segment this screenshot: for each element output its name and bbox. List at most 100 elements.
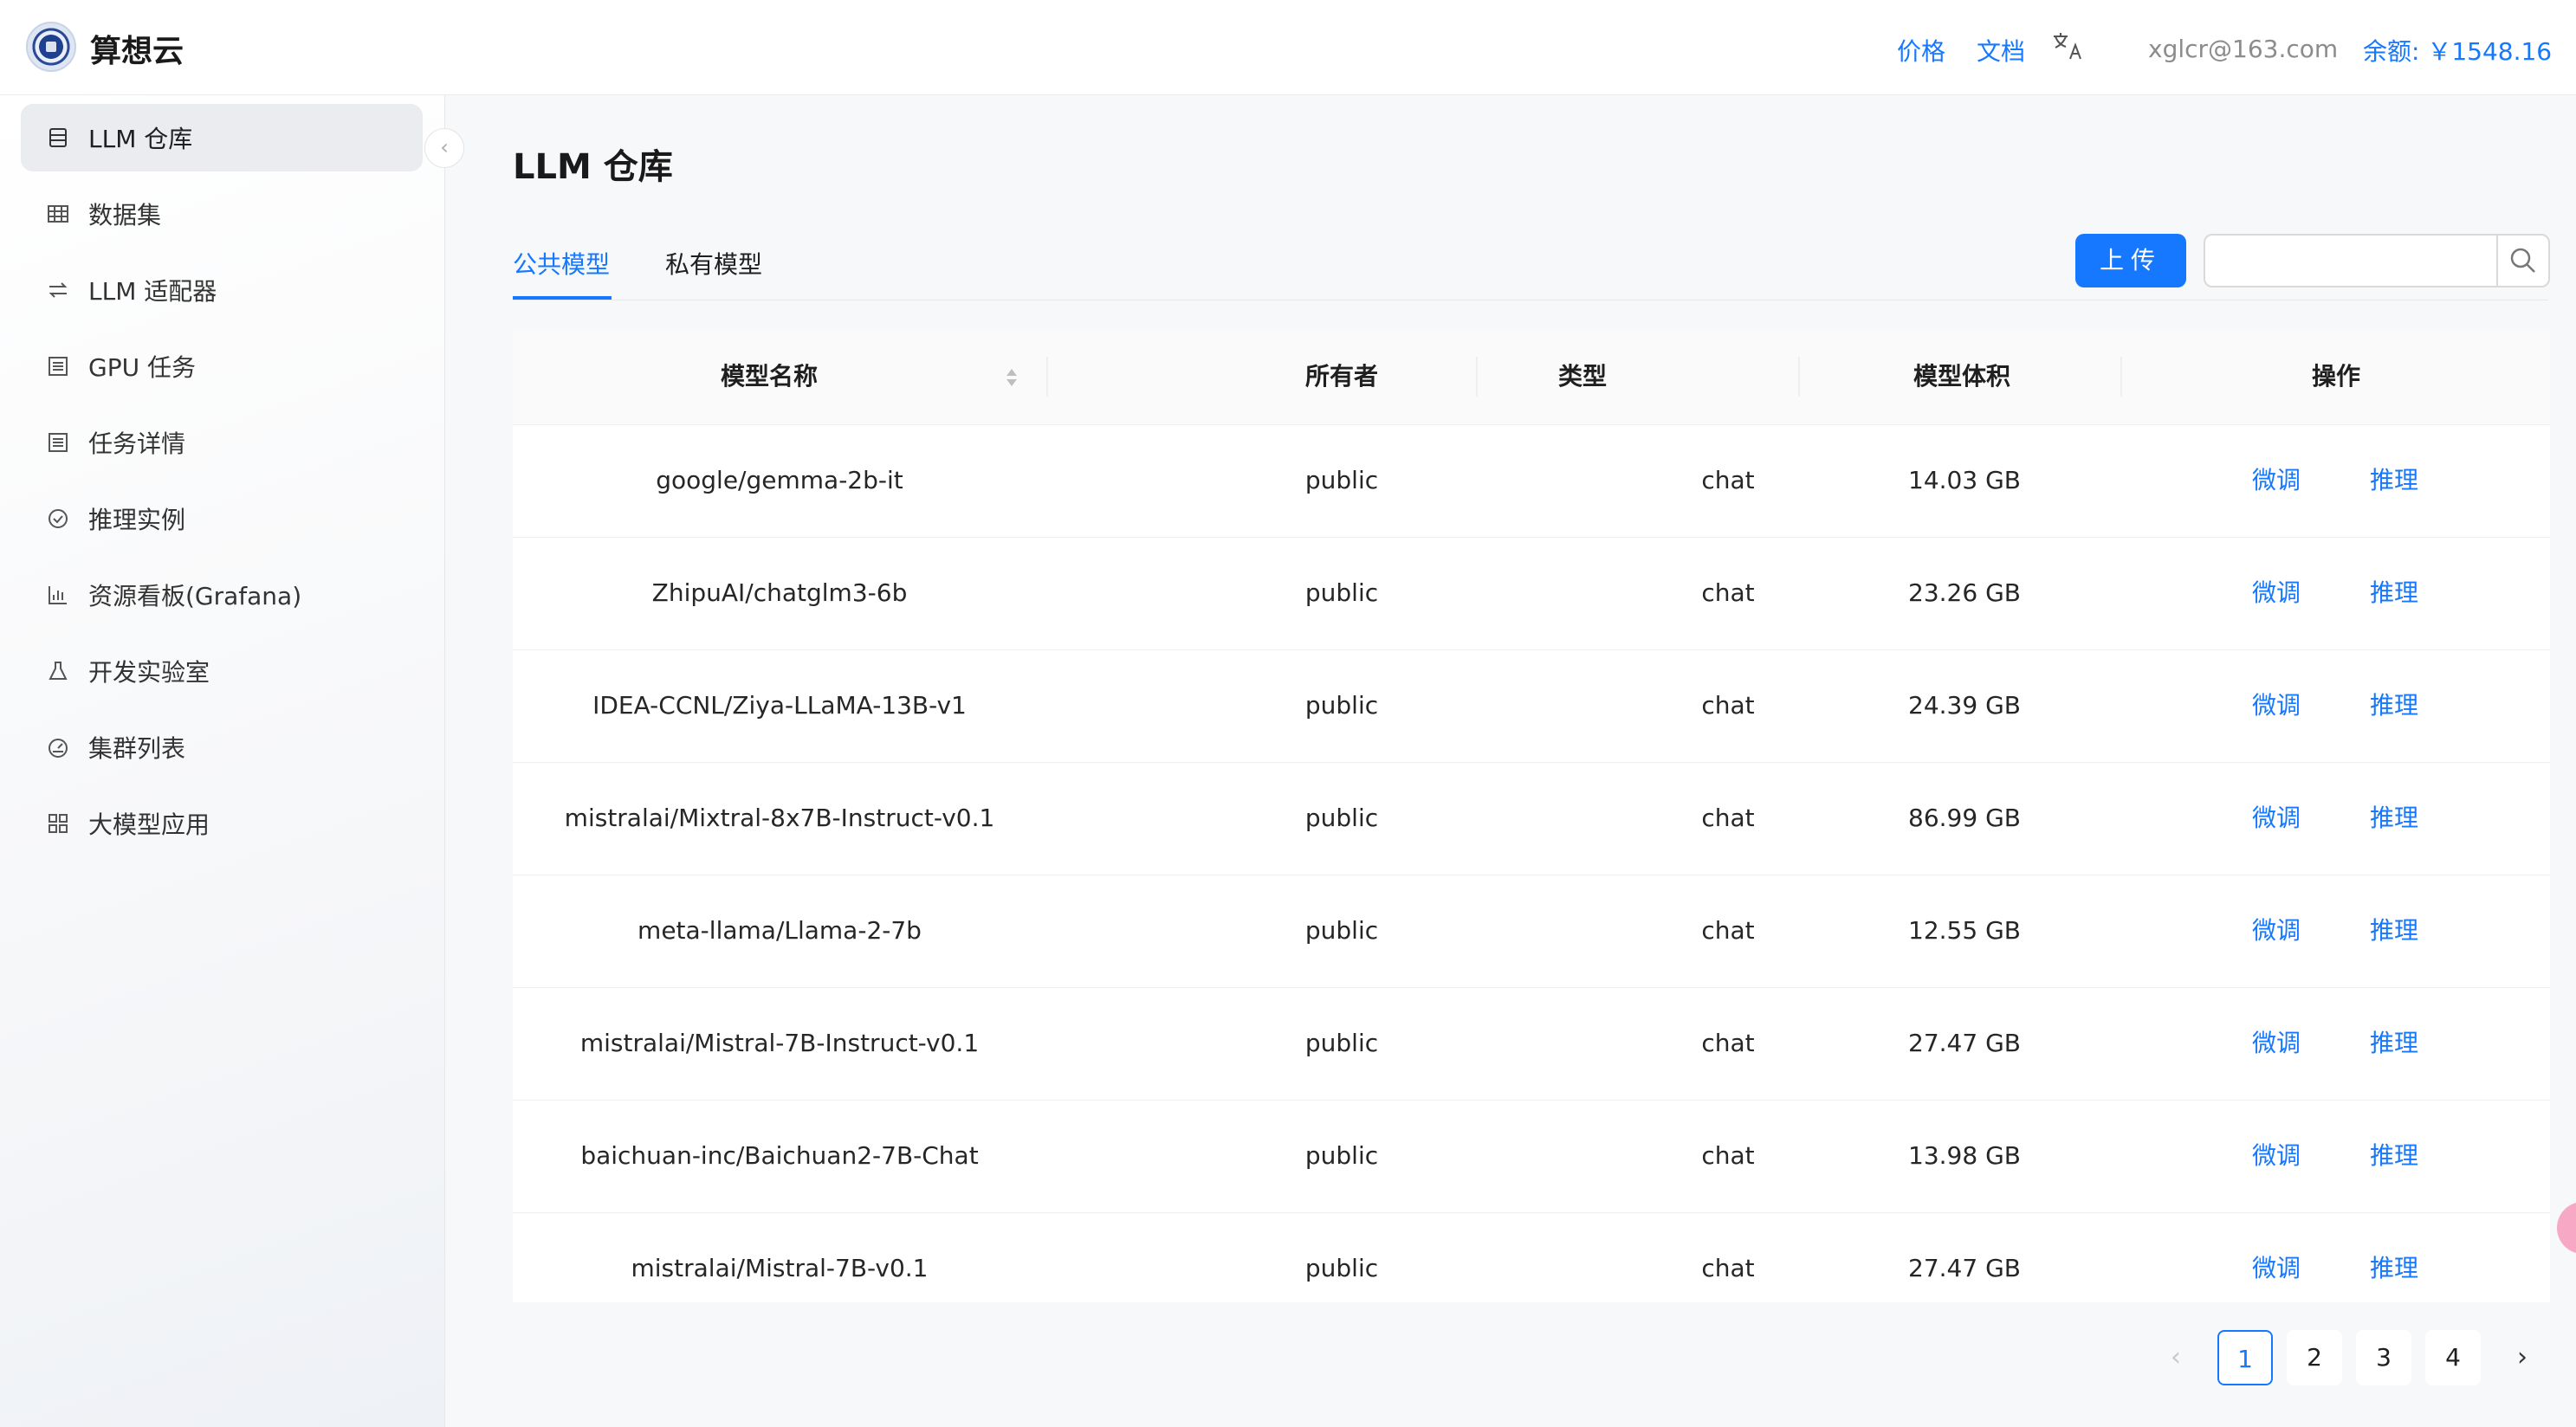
sidebar-item-datasets[interactable]: 数据集 bbox=[21, 180, 423, 248]
table-row: baichuan-inc/Baichuan2-7B-Chat public ch… bbox=[513, 1100, 2550, 1213]
floating-assistant-button[interactable] bbox=[2557, 1202, 2576, 1254]
table-row: mistralai/Mistral-7B-v0.1 public chat 27… bbox=[513, 1212, 2550, 1302]
finetune-link[interactable]: 微调 bbox=[2252, 987, 2301, 1100]
inference-link[interactable]: 推理 bbox=[2370, 875, 2418, 987]
sidebar-item-llm-repo[interactable]: LLM 仓库 bbox=[21, 104, 423, 171]
sidebar-item-grafana[interactable]: 资源看板(Grafana) bbox=[21, 561, 423, 629]
chevron-left-icon: ‹ bbox=[440, 135, 449, 159]
upload-button[interactable]: 上传 bbox=[2075, 234, 2186, 287]
type-cell: chat bbox=[1701, 578, 1755, 607]
top-bar: 算想云 价格 文档 xglcr@163.com 余额: ￥1548.16 bbox=[0, 0, 2576, 95]
sidebar-item-task-details[interactable]: 任务详情 bbox=[21, 409, 423, 476]
model-name-cell: mistralai/Mistral-7B-v0.1 bbox=[631, 1254, 929, 1282]
balance-display[interactable]: 余额: ￥1548.16 bbox=[2363, 33, 2552, 68]
model-name-cell: baichuan-inc/Baichuan2-7B-Chat bbox=[580, 1141, 979, 1170]
inference-link[interactable]: 推理 bbox=[2370, 424, 2418, 537]
sidebar-item-llm-apps[interactable]: 大模型应用 bbox=[21, 790, 423, 857]
sidebar-item-gpu-tasks[interactable]: GPU 任务 bbox=[21, 333, 423, 400]
size-cell: 23.26 GB bbox=[1908, 578, 2021, 607]
table-row: ZhipuAI/chatglm3-6b public chat 23.26 GB… bbox=[513, 537, 2550, 650]
type-cell: chat bbox=[1701, 804, 1755, 832]
finetune-link[interactable]: 微调 bbox=[2252, 762, 2301, 875]
owner-cell: public bbox=[1304, 466, 1379, 494]
inference-link[interactable]: 推理 bbox=[2370, 1100, 2418, 1212]
page-3-button[interactable]: 3 bbox=[2356, 1330, 2411, 1385]
brand-logo-icon[interactable] bbox=[26, 22, 76, 72]
flask-icon bbox=[49, 662, 68, 680]
type-cell: chat bbox=[1701, 916, 1755, 945]
sidebar-item-label: 推理实例 bbox=[88, 506, 186, 534]
brand-name[interactable]: 算想云 bbox=[90, 26, 184, 71]
translate-icon[interactable] bbox=[2051, 31, 2086, 69]
column-header-size: 模型体积 bbox=[1913, 362, 2010, 391]
list-icon bbox=[49, 357, 68, 376]
table-row: google/gemma-2b-it public chat 14.03 GB … bbox=[513, 424, 2550, 538]
tab-public-models[interactable]: 公共模型 bbox=[513, 246, 610, 281]
sidebar: LLM 仓库 数据集 LLM 适配器 GPU 任务 任务详情 推理实例 资源看板… bbox=[0, 95, 445, 1427]
account-email[interactable]: xglcr@163.com bbox=[2148, 35, 2338, 63]
finetune-link[interactable]: 微调 bbox=[2252, 649, 2301, 762]
sort-icon[interactable] bbox=[1003, 364, 1020, 391]
finetune-link[interactable]: 微调 bbox=[2252, 424, 2301, 537]
model-name-cell: meta-llama/Llama-2-7b bbox=[638, 916, 922, 945]
type-cell: chat bbox=[1701, 1141, 1755, 1170]
finetune-link[interactable]: 微调 bbox=[2252, 537, 2301, 649]
finetune-link[interactable]: 微调 bbox=[2252, 1100, 2301, 1212]
sidebar-item-label: 资源看板(Grafana) bbox=[88, 582, 302, 610]
owner-cell: public bbox=[1304, 578, 1379, 607]
search-input[interactable] bbox=[2204, 234, 2498, 287]
chevron-right-icon: › bbox=[2517, 1342, 2527, 1372]
page-4-button[interactable]: 4 bbox=[2425, 1330, 2481, 1385]
size-cell: 13.98 GB bbox=[1908, 1141, 2021, 1170]
sidebar-item-label: GPU 任务 bbox=[88, 353, 196, 382]
prev-page-button[interactable]: ‹ bbox=[2148, 1330, 2204, 1385]
column-header-type: 类型 bbox=[1557, 362, 1607, 391]
owner-cell: public bbox=[1304, 1254, 1379, 1282]
search-button[interactable] bbox=[2496, 234, 2550, 287]
pricing-link[interactable]: 价格 bbox=[1897, 33, 1945, 68]
table-row: mistralai/Mistral-7B-Instruct-v0.1 publi… bbox=[513, 987, 2550, 1101]
sidebar-item-clusters[interactable]: 集群列表 bbox=[21, 714, 423, 781]
table-row: meta-llama/Llama-2-7b public chat 12.55 … bbox=[513, 875, 2550, 988]
column-header-actions: 操作 bbox=[2311, 362, 2360, 391]
size-cell: 12.55 GB bbox=[1908, 916, 2021, 945]
list-icon bbox=[49, 433, 68, 452]
finetune-link[interactable]: 微调 bbox=[2252, 1212, 2301, 1302]
owner-cell: public bbox=[1304, 1141, 1379, 1170]
inference-link[interactable]: 推理 bbox=[2370, 762, 2418, 875]
inference-link[interactable]: 推理 bbox=[2370, 537, 2418, 649]
dashboard-icon bbox=[49, 739, 68, 758]
sidebar-item-label: 大模型应用 bbox=[88, 810, 210, 839]
next-page-button[interactable]: › bbox=[2495, 1330, 2550, 1385]
model-name-cell: IDEA-CCNL/Ziya-LLaMA-13B-v1 bbox=[592, 691, 967, 720]
finetune-link[interactable]: 微调 bbox=[2252, 875, 2301, 987]
model-name-cell: mistralai/Mistral-7B-Instruct-v0.1 bbox=[579, 1029, 980, 1057]
sidebar-item-label: 集群列表 bbox=[88, 734, 186, 763]
table-header: 模型名称 所有者 类型 模型体积 操作 bbox=[513, 329, 2550, 425]
size-cell: 14.03 GB bbox=[1908, 466, 2021, 494]
sidebar-item-label: LLM 仓库 bbox=[88, 125, 193, 153]
model-table: 模型名称 所有者 类型 模型体积 操作 google/gemma-2b-it p… bbox=[513, 329, 2550, 1302]
type-cell: chat bbox=[1701, 691, 1755, 720]
tab-private-models[interactable]: 私有模型 bbox=[665, 246, 762, 281]
table-row: mistralai/Mixtral-8x7B-Instruct-v0.1 pub… bbox=[513, 762, 2550, 875]
page-1-button[interactable]: 1 bbox=[2217, 1330, 2273, 1385]
docs-link[interactable]: 文档 bbox=[1977, 33, 2025, 68]
model-name-cell: ZhipuAI/chatglm3-6b bbox=[651, 578, 908, 607]
column-divider bbox=[1046, 357, 1048, 397]
sidebar-item-dev-lab[interactable]: 开发实验室 bbox=[21, 637, 423, 705]
sidebar-item-adapters[interactable]: LLM 适配器 bbox=[21, 256, 423, 324]
column-header-name[interactable]: 模型名称 bbox=[513, 329, 1026, 424]
table-row: IDEA-CCNL/Ziya-LLaMA-13B-v1 public chat … bbox=[513, 649, 2550, 763]
apps-icon bbox=[49, 814, 68, 833]
inference-link[interactable]: 推理 bbox=[2370, 649, 2418, 762]
bar-chart-icon bbox=[49, 586, 67, 604]
inference-link[interactable]: 推理 bbox=[2370, 987, 2418, 1100]
collapse-sidebar-button[interactable]: ‹ bbox=[424, 128, 464, 168]
sidebar-item-inference-instances[interactable]: 推理实例 bbox=[21, 485, 423, 552]
check-circle-icon bbox=[49, 509, 68, 528]
type-cell: chat bbox=[1701, 466, 1755, 494]
database-icon bbox=[49, 128, 67, 147]
page-2-button[interactable]: 2 bbox=[2287, 1330, 2342, 1385]
inference-link[interactable]: 推理 bbox=[2370, 1212, 2418, 1302]
